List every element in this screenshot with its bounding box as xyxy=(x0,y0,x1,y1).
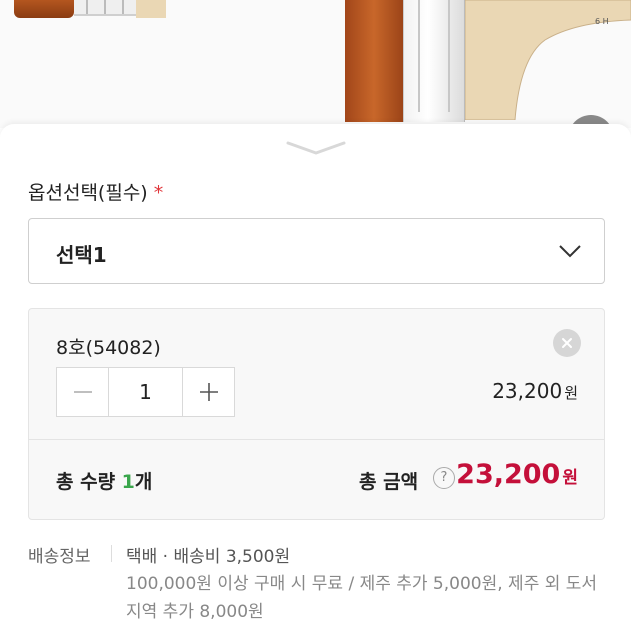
option-label-text: 옵션선택(필수) xyxy=(28,182,148,204)
total-amount: 23,200 원 xyxy=(456,459,578,490)
handle-marking: 6 H xyxy=(595,17,609,26)
remove-option-button[interactable] xyxy=(553,329,581,357)
divider xyxy=(111,545,112,562)
option-select-label: 옵션선택(필수) * xyxy=(28,178,163,205)
quantity-stepper: 1 xyxy=(56,367,235,417)
brush-ferrule-left xyxy=(74,0,136,16)
brush-handle-right: 6 H xyxy=(465,0,631,120)
option-sheet: 옵션선택(필수) * 선택1 8호(54082) 1 23,200 원 총 수량… xyxy=(0,124,631,631)
help-icon[interactable]: ? xyxy=(433,467,455,489)
selected-option-box: 8호(54082) 1 23,200 원 총 수량 1개 총 금액 ? 23,2… xyxy=(28,308,605,520)
quantity-decrease-button[interactable] xyxy=(57,368,109,416)
shipping-label: 배송정보 xyxy=(28,547,91,567)
quantity-value[interactable]: 1 xyxy=(109,368,182,416)
required-mark: * xyxy=(153,182,164,204)
brush-bristles-left xyxy=(14,0,74,18)
sheet-handle-icon[interactable] xyxy=(286,140,346,156)
divider xyxy=(29,439,604,440)
brush-bristles-right xyxy=(345,0,403,122)
total-amount-value: 23,200 xyxy=(456,459,561,490)
chevron-down-icon xyxy=(559,245,581,258)
total-quantity: 총 수량 1개 xyxy=(56,467,152,494)
close-icon xyxy=(562,338,572,348)
option-price-value: 23,200 xyxy=(492,379,563,403)
total-qty-prefix: 총 수량 xyxy=(56,471,122,493)
total-qty-value: 1 xyxy=(121,471,135,493)
option-dropdown[interactable]: 선택1 xyxy=(28,218,605,284)
quantity-increase-button[interactable] xyxy=(182,368,234,416)
option-price-currency: 원 xyxy=(564,384,578,402)
brush-ferrule-right xyxy=(403,0,465,122)
total-amount-label: 총 금액 xyxy=(359,471,419,493)
option-dropdown-value: 선택1 xyxy=(56,243,107,267)
option-line-price: 23,200 원 xyxy=(492,379,578,403)
selected-option-name: 8호(54082) xyxy=(56,337,161,359)
brush-handle-left xyxy=(136,0,166,18)
plus-icon xyxy=(200,383,218,401)
shipping-note: 100,000원 이상 구매 시 무료 / 제주 추가 5,000원, 제주 외… xyxy=(126,574,598,622)
shipping-method: 택배 · 배송비 3,500원 xyxy=(126,547,291,567)
total-amount-currency: 원 xyxy=(562,468,578,488)
minus-icon xyxy=(74,391,92,393)
product-image: 6 H xyxy=(0,0,631,128)
total-qty-suffix: 개 xyxy=(134,471,153,493)
